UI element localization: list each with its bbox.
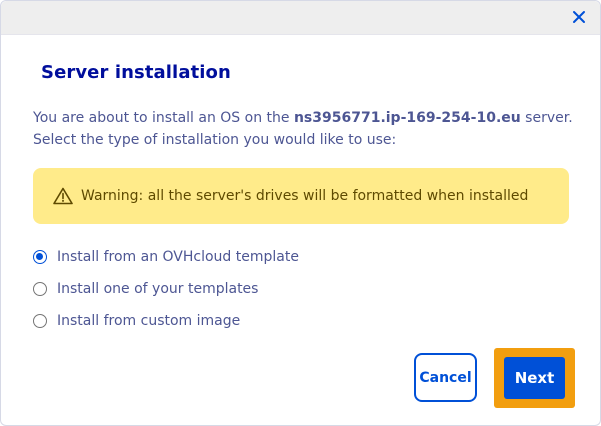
option-label: Install from an OVHcloud template xyxy=(57,249,299,265)
option-ovhcloud-template[interactable]: Install from an OVHcloud template xyxy=(33,241,299,273)
close-button[interactable] xyxy=(568,6,590,28)
radio-button-selected[interactable] xyxy=(33,250,47,264)
dialog-title: Server installation xyxy=(41,62,231,83)
warning-triangle-icon xyxy=(53,186,73,206)
warning-banner: Warning: all the server's drives will be… xyxy=(33,168,569,224)
installation-type-options: Install from an OVHcloud template Instal… xyxy=(33,241,299,337)
server-installation-dialog: Server installation You are about to ins… xyxy=(0,0,601,426)
cancel-button[interactable]: Cancel xyxy=(414,353,477,402)
warning-text: Warning: all the server's drives will be… xyxy=(81,188,529,204)
radio-button[interactable] xyxy=(33,282,47,296)
dialog-description: You are about to install an OS on the ns… xyxy=(33,107,578,151)
option-your-templates[interactable]: Install one of your templates xyxy=(33,273,299,305)
description-line-2: Select the type of installation you woul… xyxy=(33,132,397,148)
description-suffix: server. xyxy=(520,110,573,126)
next-button[interactable]: Next xyxy=(504,357,565,399)
close-icon xyxy=(573,11,585,23)
option-label: Install from custom image xyxy=(57,313,241,329)
option-custom-image[interactable]: Install from custom image xyxy=(33,305,299,337)
radio-button[interactable] xyxy=(33,314,47,328)
server-hostname: ns3956771.ip-169-254-10.eu xyxy=(293,110,521,126)
dialog-header-bar xyxy=(1,1,600,35)
option-label: Install one of your templates xyxy=(57,281,259,297)
description-prefix: You are about to install an OS on the xyxy=(33,110,294,126)
